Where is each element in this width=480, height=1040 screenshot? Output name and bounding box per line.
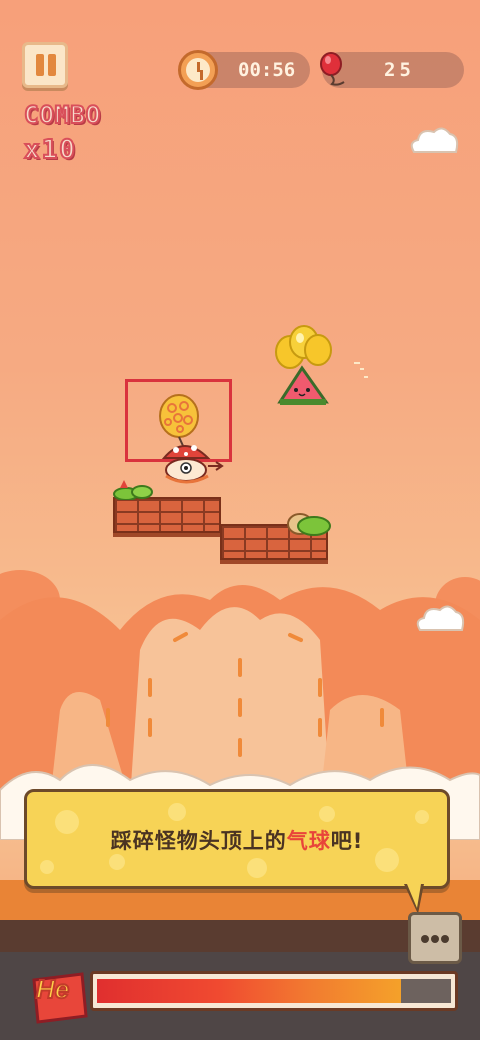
more-button[interactable] [408,912,462,964]
mushroom-monster[interactable] [150,392,234,492]
game-screen: COMBO x10 00:56 25 踩碎怪物头顶上的气球吧! He [0,0,480,1040]
progress-bar [90,971,458,1011]
combo-count: x10 [23,134,77,166]
tutorial-tip-text: 踩碎怪物头顶上的气球吧! [27,825,447,855]
red-balloon-icon [320,52,345,86]
progress-remaining [401,979,451,1003]
watermelon-monster[interactable] [268,322,368,416]
tip-text-part: 吧! [330,829,364,853]
more-dots-icon [431,935,439,943]
he-badge-label: He [35,973,70,1005]
pause-button[interactable] [22,42,68,88]
bubble-tail [407,884,421,908]
tutorial-tip-bubble: 踩碎怪物头顶上的气球吧! [24,789,450,889]
pause-icon [48,54,56,76]
tip-text-part: 踩碎怪物头顶上的 [110,829,287,853]
clock-icon [178,50,218,90]
more-dots-icon [421,935,429,943]
cloud-decoration [416,605,465,631]
cloud-decoration [410,127,459,153]
grass-tuft [113,480,153,500]
balloon-count: 25 [384,59,415,81]
brick-platform [113,497,221,533]
grass-tuft [287,513,331,536]
tip-text-highlight: 气球 [286,829,331,853]
more-dots-icon [441,935,449,943]
timer-value: 00:56 [238,59,296,81]
combo-label: COMBO [23,100,102,130]
progress-fill [97,979,401,1003]
pause-icon [36,54,44,76]
